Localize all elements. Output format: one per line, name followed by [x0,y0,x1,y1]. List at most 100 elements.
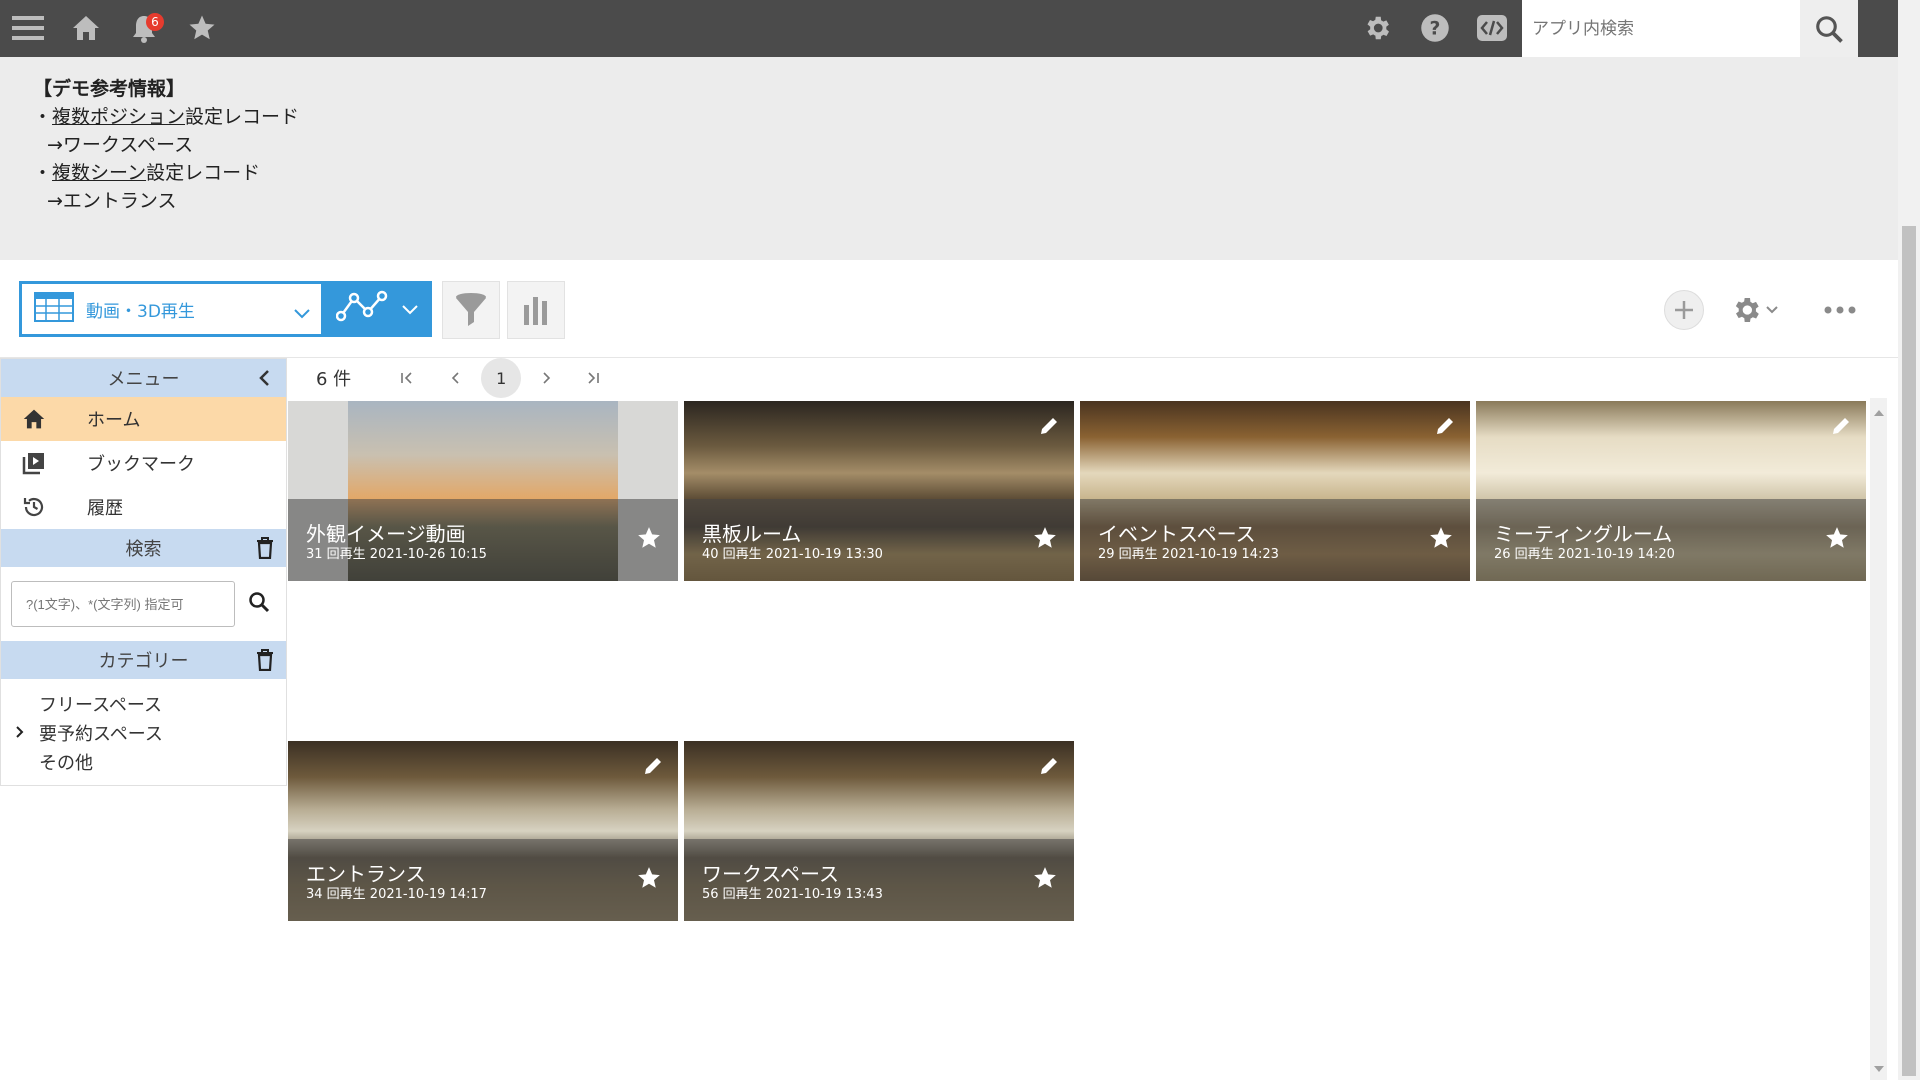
info-line-text: 設定レコード [146,162,261,184]
more-dots-icon [1824,306,1856,314]
app-search-input[interactable] [1522,0,1800,57]
category-label: 要予約スペース [39,723,163,745]
video-card[interactable]: ミーティングルーム 26 回再生 2021-10-19 14:20 [1476,401,1866,581]
page-number-current[interactable]: 1 [481,358,522,398]
plus-icon [1675,301,1693,319]
video-card[interactable]: 外観イメージ動画 31 回再生 2021-10-26 10:15 [288,401,678,581]
record-count: 6 件 [316,369,352,390]
clear-category-trash-icon[interactable] [256,649,274,676]
edit-pencil-icon[interactable] [1038,415,1060,441]
sidebar-item-home[interactable]: ホーム [1,397,286,441]
scroll-down-arrow-icon[interactable] [1874,1066,1884,1072]
video-card[interactable]: エントランス 34 回再生 2021-10-19 14:17 [288,741,678,921]
top-bar: 6 ? [0,0,1920,57]
clear-search-trash-icon[interactable] [256,537,274,564]
app-settings-button[interactable] [1730,290,1784,330]
settings-gear-icon[interactable] [1357,8,1397,48]
menu-title: メニュー [107,369,180,390]
favorite-star-icon[interactable] [636,525,662,555]
hamburger-menu-icon[interactable] [8,8,48,48]
graph-selector-dropdown[interactable] [321,281,432,337]
home-icon [21,408,47,430]
category-list: フリースペース 要予約スペース その他 [1,679,286,776]
filter-button[interactable] [442,281,500,339]
scroll-up-arrow-icon[interactable] [1874,410,1884,416]
graph-button[interactable] [507,281,565,339]
sidebar-item-label: 履歴 [87,498,123,519]
card-meta: 26 回再生 2021-10-19 14:20 [1494,547,1675,562]
sidebar-item-label: ホーム [87,410,141,431]
edit-pencil-icon[interactable] [1038,755,1060,781]
favorite-star-icon[interactable] [1428,525,1454,555]
edit-pencil-icon[interactable] [1830,415,1852,441]
chevron-down-icon [401,300,418,319]
edit-pencil-icon[interactable] [1434,415,1456,441]
favorites-star-icon[interactable] [182,8,222,48]
sidebar-search [1,567,286,641]
sidebar-search-input[interactable] [11,581,235,627]
multi-scene-link[interactable]: 複数シーン [52,162,146,184]
chevron-right-icon [543,372,551,384]
video-card[interactable]: ワークスペース 56 回再生 2021-10-19 13:43 [684,741,1074,921]
info-bullet: ・ [33,162,53,184]
pagination-bar: 6 件 1 [288,358,1868,398]
search-button[interactable] [1800,0,1858,57]
info-title: 【デモ参考情報】 [33,78,186,100]
notification-badge: 6 [146,13,164,31]
chevron-down-icon [1766,306,1778,314]
last-page-button[interactable] [573,358,613,398]
page-scrollbar-thumb[interactable] [1902,226,1916,1076]
video-card[interactable]: 黒板ルーム 40 回再生 2021-10-19 13:30 [684,401,1074,581]
chevron-right-icon[interactable] [15,723,25,744]
collapse-chevron-left-icon[interactable] [258,369,270,392]
category-title: カテゴリー [98,651,189,672]
view-selector-dropdown[interactable]: 動画・3D再生 [19,281,322,337]
favorite-star-icon[interactable] [1032,525,1058,555]
favorite-star-icon[interactable] [1824,525,1850,555]
sidebar-item-bookmark[interactable]: ブックマーク [1,441,286,485]
edit-pencil-icon[interactable] [642,755,664,781]
home-icon[interactable] [66,8,106,48]
category-header: カテゴリー [1,641,286,679]
category-item[interactable]: フリースペース [1,689,286,718]
notification-bell-icon[interactable]: 6 [124,8,164,48]
bookmark-play-icon [21,451,47,475]
help-icon[interactable]: ? [1415,8,1455,48]
search-icon[interactable] [247,590,271,618]
page-scrollbar[interactable] [1898,0,1920,1080]
category-item[interactable]: その他 [1,747,286,776]
info-line-text: 設定レコード [185,106,300,128]
info-sub-entrance: →エントランス [47,190,177,212]
history-icon [21,495,47,519]
favorite-star-icon[interactable] [636,865,662,895]
chevron-down-icon [294,304,310,323]
next-page-button[interactable] [527,358,567,398]
card-meta: 40 回再生 2021-10-19 13:30 [702,547,883,562]
category-item[interactable]: 要予約スペース [1,718,286,747]
card-meta: 34 回再生 2021-10-19 14:17 [306,887,487,902]
card-meta: 56 回再生 2021-10-19 13:43 [702,887,883,902]
first-page-button[interactable] [387,358,427,398]
sidebar: メニュー ホーム ブックマーク 履歴 検索 カテゴリー フリースペース [0,358,287,786]
info-line-positions: ・複数ポジション設定レコード [33,103,299,131]
graph-line-icon [335,290,388,328]
view-selector-label: 動画・3D再生 [86,301,195,322]
more-options-button[interactable] [1820,296,1860,324]
chevron-left-icon [452,372,459,384]
sidebar-item-history[interactable]: 履歴 [1,485,286,529]
filter-funnel-icon [456,293,486,326]
multi-position-link[interactable]: 複数ポジション [52,106,185,128]
demo-info-panel: 【デモ参考情報】 ・複数ポジション設定レコード →ワークスペース ・複数シーン設… [0,57,1898,260]
add-record-button[interactable] [1664,290,1704,330]
favorite-star-icon[interactable] [1032,865,1058,895]
code-embed-icon[interactable] [1472,8,1512,48]
video-card[interactable]: イベントスペース 29 回再生 2021-10-19 14:23 [1080,401,1470,581]
menu-header: メニュー [1,359,286,397]
search-title: 検索 [125,539,162,560]
content-scrollbar[interactable] [1870,398,1887,1080]
category-label: フリースペース [39,694,162,716]
prev-page-button[interactable] [435,358,475,398]
view-toolbar: 動画・3D再生 [0,260,1898,358]
search-header: 検索 [1,529,286,567]
bar-chart-icon [524,297,547,325]
